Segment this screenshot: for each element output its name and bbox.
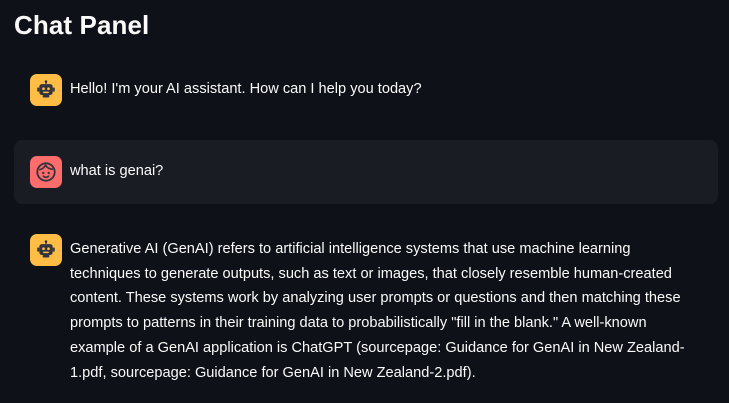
chat-message-assistant: Hello! I'm your AI assistant. How can I … — [14, 74, 718, 114]
chat-panel: Chat Panel Hello! I'm your AI assistant.… — [0, 0, 729, 403]
chat-message-user: what is genai? — [14, 140, 718, 204]
message-text: Hello! I'm your AI assistant. How can I … — [70, 81, 422, 97]
face-icon — [30, 156, 62, 188]
message-text: Generative AI (GenAI) refers to artifici… — [70, 241, 685, 381]
robot-icon — [30, 234, 62, 266]
message-text: what is genai? — [70, 163, 164, 179]
page-title: Chat Panel — [14, 10, 150, 40]
robot-icon — [30, 74, 62, 106]
chat-message-assistant: Generative AI (GenAI) refers to artifici… — [14, 234, 718, 394]
